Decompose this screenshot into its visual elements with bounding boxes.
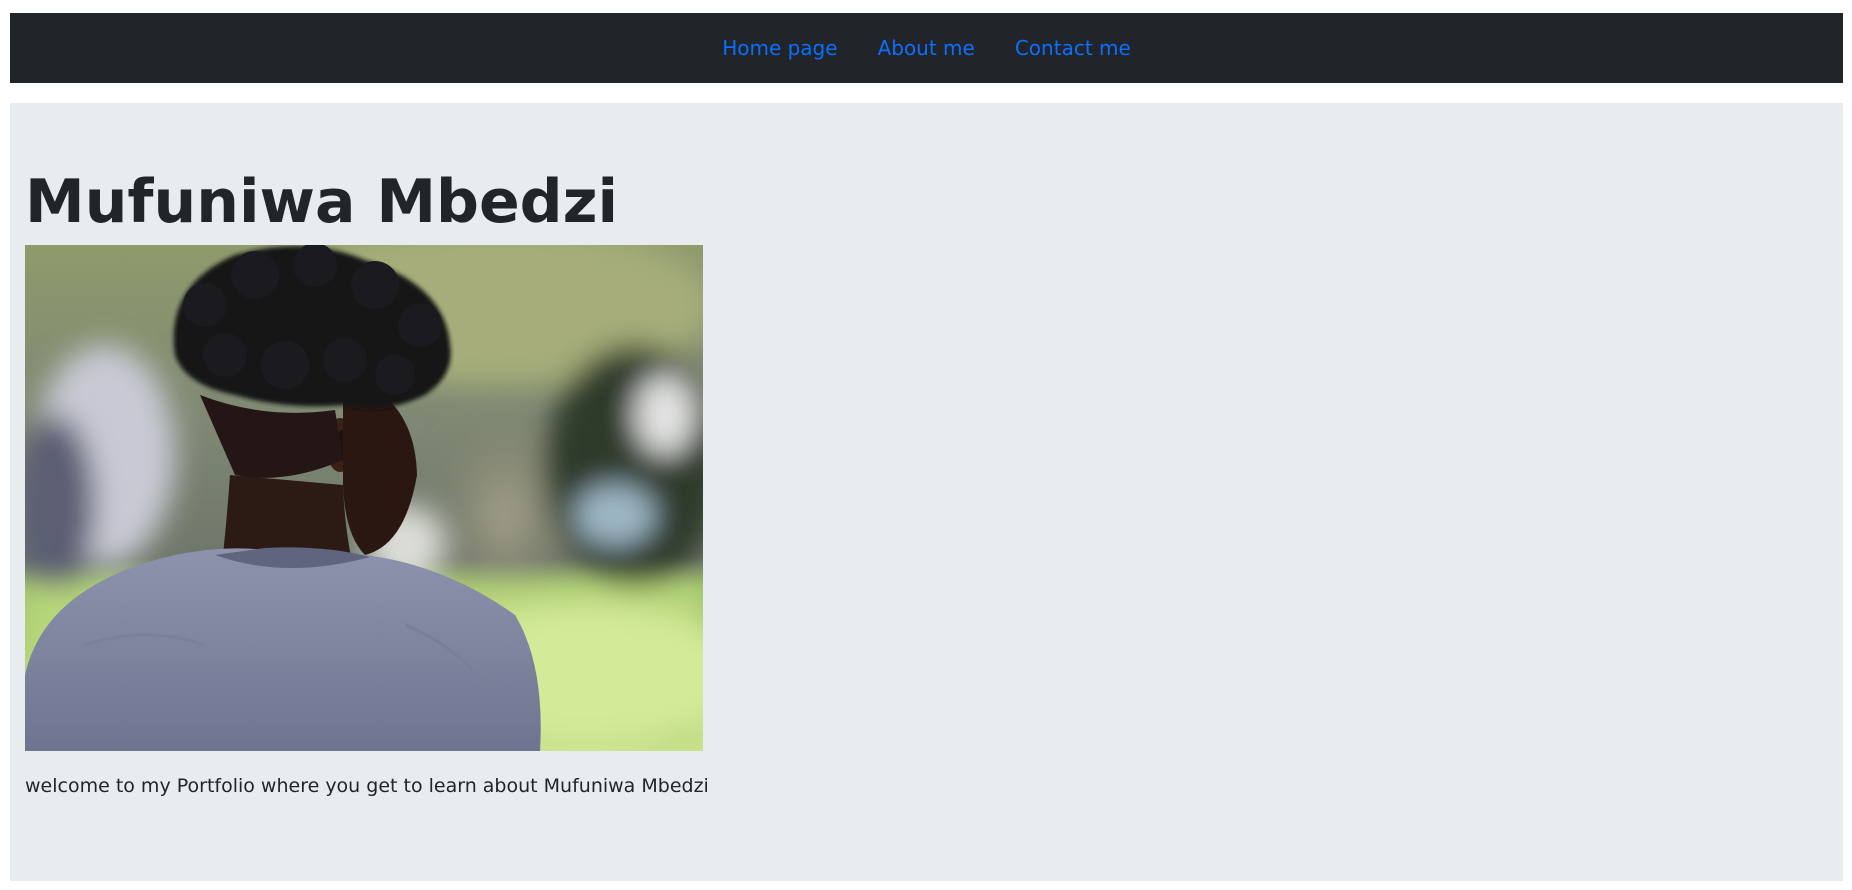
profile-photo [25,245,703,751]
nav-link-home[interactable]: Home page [722,38,837,58]
top-navbar: Home page About me Contact me [10,13,1843,83]
intro-text: welcome to my Portfolio where you get to… [25,775,709,797]
hero-panel: Mufuniwa Mbedzi welcome to my Portfolio … [10,103,1843,881]
page-title: Mufuniwa Mbedzi [25,167,619,237]
nav-link-contact[interactable]: Contact me [1015,38,1131,58]
page: Home page About me Contact me Mufuniwa M… [0,0,1852,890]
nav-link-about[interactable]: About me [878,38,975,58]
